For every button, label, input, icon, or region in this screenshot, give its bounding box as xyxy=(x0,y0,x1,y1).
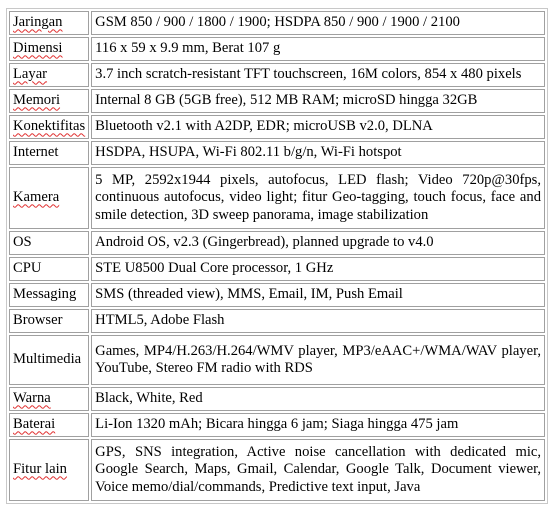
spec-value: HTML5, Adobe Flash xyxy=(91,309,545,333)
spec-value: 116 x 59 x 9.9 mm, Berat 107 g xyxy=(91,37,545,61)
spec-value: 5 MP, 2592x1944 pixels, autofocus, LED f… xyxy=(91,167,545,229)
spec-label-text: Konektifitas xyxy=(13,118,86,135)
spec-label: Browser xyxy=(9,309,90,333)
spec-value: 3.7 inch scratch-resistant TFT touchscre… xyxy=(91,63,545,87)
spec-label-text: Layar xyxy=(13,66,48,83)
spec-label: Konektifitas xyxy=(9,115,90,139)
spec-label-text: Fitur lain xyxy=(13,461,67,478)
spec-label-text: Jaringan xyxy=(13,14,63,31)
spec-value: Black, White, Red xyxy=(91,387,545,411)
spec-row: Kamera 5 MP, 2592x1944 pixels, autofocus,… xyxy=(9,167,545,229)
spec-label-text: Multimedia xyxy=(13,351,82,368)
spec-label: Multimedia xyxy=(9,335,90,385)
spec-row: Messaging SMS (threaded view), MMS, Email… xyxy=(9,283,545,307)
spec-value: HSDPA, HSUPA, Wi-Fi 802.11 b/g/n, Wi-Fi … xyxy=(91,141,545,165)
spec-label: Internet xyxy=(9,141,90,165)
spec-label: Messaging xyxy=(9,283,90,307)
spec-value: SMS (threaded view), MMS, Email, IM, Pus… xyxy=(91,283,545,307)
spec-label: Kamera xyxy=(9,167,90,229)
spec-label-text: OS xyxy=(13,234,32,251)
spec-row: Memori Internal 8 GB (5GB free), 512 MB R… xyxy=(9,89,545,113)
spec-label: Fitur lain xyxy=(9,439,90,501)
spec-row: Multimedia Games, MP4/H.263/H.264/WMV pla… xyxy=(9,335,545,385)
spec-value: Internal 8 GB (5GB free), 512 MB RAM; mi… xyxy=(91,89,545,113)
spec-value: Bluetooth v2.1 with A2DP, EDR; microUSB … xyxy=(91,115,545,139)
spec-label-text: Internet xyxy=(13,144,59,161)
spec-label-text: CPU xyxy=(13,260,42,277)
spec-label: Dimensi xyxy=(9,37,90,61)
spec-label-text: Browser xyxy=(13,312,63,329)
spec-row: Warna Black, White, Red xyxy=(9,387,545,411)
spec-value: Android OS, v2.3 (Gingerbread), planned … xyxy=(91,231,545,255)
spec-label-text: Baterai xyxy=(13,416,56,433)
spec-value: STE U8500 Dual Core processor, 1 GHz xyxy=(91,257,545,281)
spec-label: Layar xyxy=(9,63,90,87)
spec-label: Baterai xyxy=(9,413,90,437)
spec-label: Warna xyxy=(9,387,90,411)
spec-row: Fitur lain GPS, SNS integration, Active n… xyxy=(9,439,545,501)
spec-row: Layar 3.7 inch scratch-resistant TFT touc… xyxy=(9,63,545,87)
spec-row: OS Android OS, v2.3 (Gingerbread), planne… xyxy=(9,231,545,255)
spec-label: Memori xyxy=(9,89,90,113)
spec-value: GPS, SNS integration, Active noise cance… xyxy=(91,439,545,501)
spec-row: Internet HSDPA, HSUPA, Wi-Fi 802.11 b/g/n… xyxy=(9,141,545,165)
spec-label: Jaringan xyxy=(9,11,90,35)
spec-row: Baterai Li-Ion 1320 mAh; Bicara hingga 6 … xyxy=(9,413,545,437)
spec-row: CPU STE U8500 Dual Core processor, 1 GHz xyxy=(9,257,545,281)
spec-value: Games, MP4/H.263/H.264/WMV player, MP3/e… xyxy=(91,335,545,385)
spec-value: Li-Ion 1320 mAh; Bicara hingga 6 jam; Si… xyxy=(91,413,545,437)
spec-label: OS xyxy=(9,231,90,255)
spec-row: Konektifitas Bluetooth v2.1 with A2DP, ED… xyxy=(9,115,545,139)
spec-label-text: Dimensi xyxy=(13,40,63,57)
spec-value: GSM 850 / 900 / 1800 / 1900; HSDPA 850 /… xyxy=(91,11,545,35)
spec-label-text: Memori xyxy=(13,92,61,109)
spec-label: CPU xyxy=(9,257,90,281)
spec-row: Jaringan GSM 850 / 900 / 1800 / 1900; HSD… xyxy=(9,11,545,35)
spec-table: Jaringan GSM 850 / 900 / 1800 / 1900; HSD… xyxy=(6,8,548,504)
spec-label-text: Kamera xyxy=(13,189,60,206)
spec-row: Dimensi 116 x 59 x 9.9 mm, Berat 107 g xyxy=(9,37,545,61)
spec-label-text: Messaging xyxy=(13,286,77,303)
spec-label-text: Warna xyxy=(13,390,51,407)
spec-row: Browser HTML5, Adobe Flash xyxy=(9,309,545,333)
